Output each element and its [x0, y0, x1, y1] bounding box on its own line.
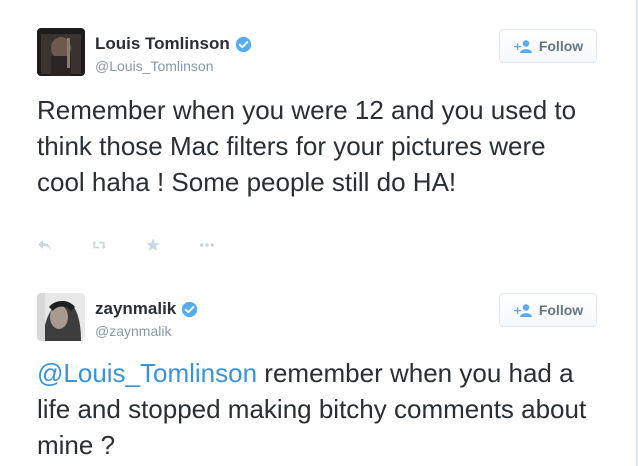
tweet-text: Remember when you were 12 and you used t…: [37, 95, 577, 197]
retweet-icon[interactable]: [91, 238, 107, 252]
follow-button-label: Follow: [538, 302, 584, 318]
verified-badge-icon: [182, 301, 198, 317]
add-user-icon: +: [513, 304, 532, 317]
more-icon[interactable]: [199, 238, 215, 252]
tweet-zayn: zaynmalik @zaynmalik + Follow @Louis_Tom…: [0, 283, 630, 466]
favorite-icon[interactable]: [145, 238, 161, 252]
user-handle[interactable]: @zaynmalik: [95, 323, 171, 339]
display-name[interactable]: zaynmalik: [95, 299, 176, 319]
name-row: Louis Tomlinson: [95, 34, 252, 54]
follow-button[interactable]: + Follow: [499, 293, 597, 327]
avatar[interactable]: [37, 28, 85, 76]
reply-icon[interactable]: [37, 238, 53, 252]
add-user-icon: +: [513, 40, 532, 53]
verified-badge-icon: [235, 36, 251, 52]
follow-button-label: Follow: [538, 38, 584, 54]
avatar[interactable]: [37, 293, 85, 341]
tweet-actions: [37, 238, 253, 252]
user-handle[interactable]: @Louis_Tomlinson: [95, 58, 214, 74]
tweet-louis: Louis Tomlinson @Louis_Tomlinson + Follo…: [0, 18, 630, 278]
mention-link[interactable]: @Louis_Tomlinson: [37, 358, 257, 388]
follow-button[interactable]: + Follow: [499, 29, 597, 63]
tweet-text: @Louis_Tomlinson remember when you had a…: [37, 355, 597, 463]
display-name[interactable]: Louis Tomlinson: [95, 34, 230, 54]
name-row: zaynmalik: [95, 299, 198, 319]
